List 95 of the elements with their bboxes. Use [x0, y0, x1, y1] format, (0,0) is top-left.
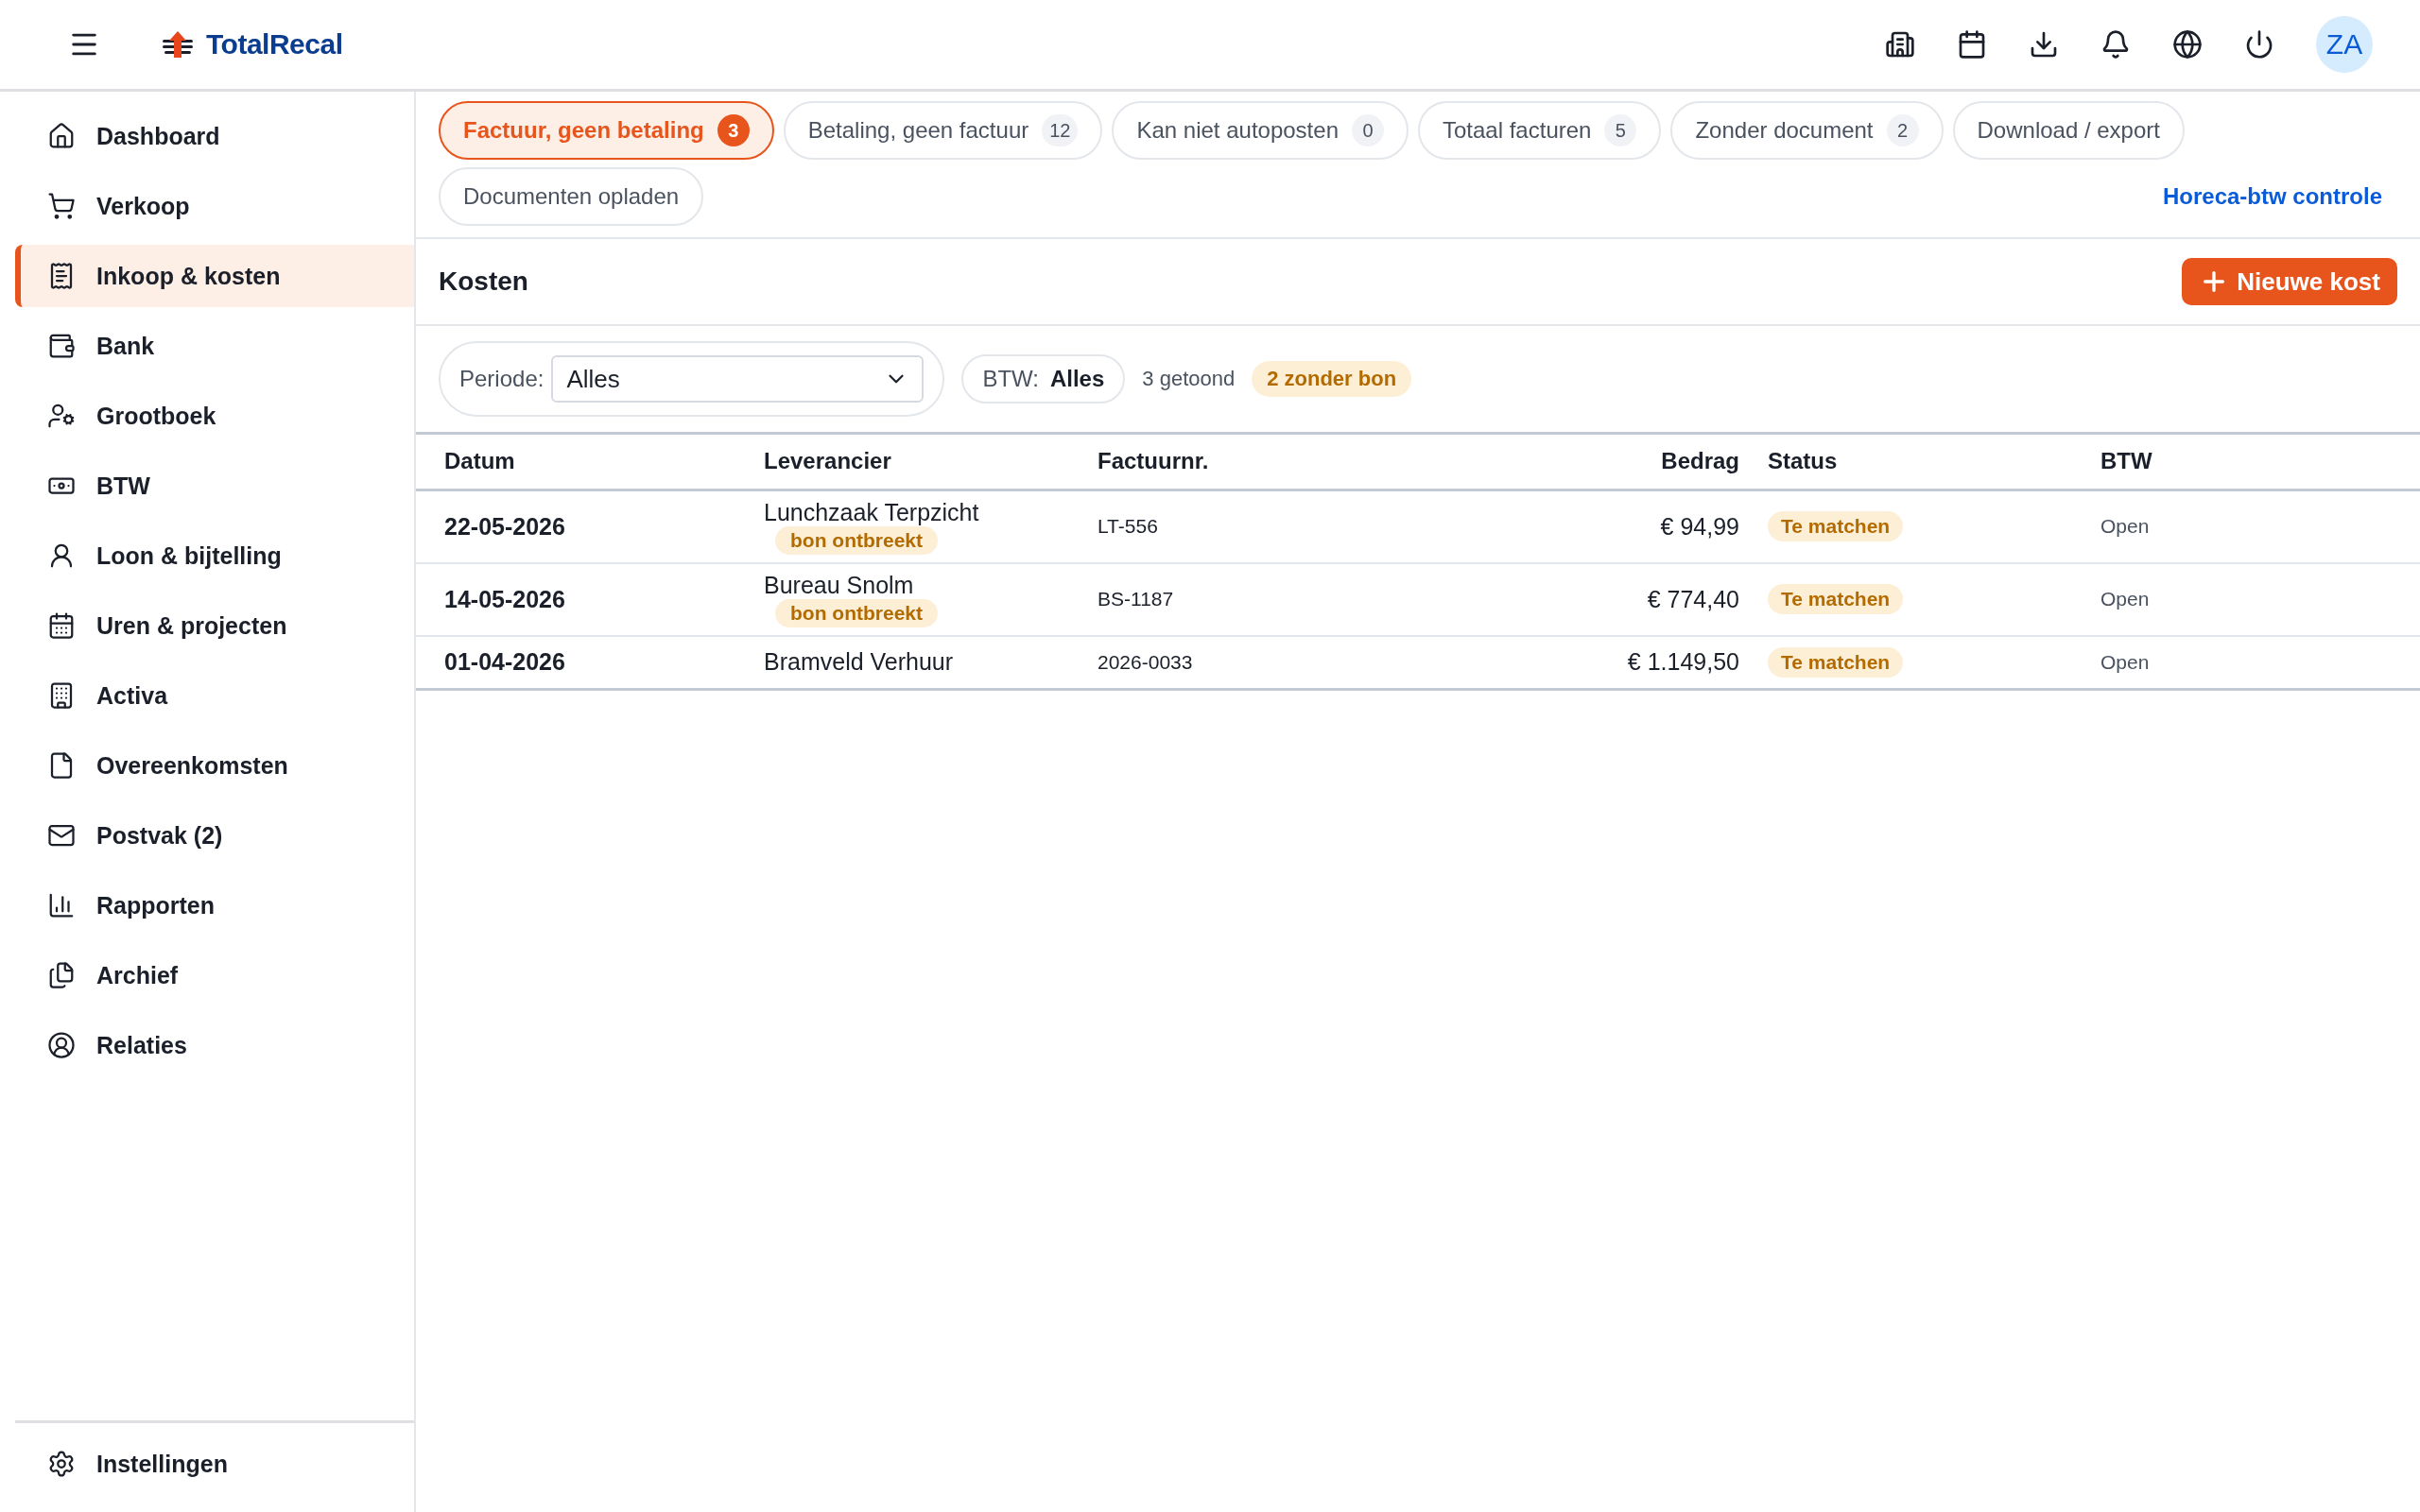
bar-chart-icon	[47, 891, 76, 919]
sidebar-label: Verkoop	[96, 192, 190, 220]
user-avatar[interactable]: ZA	[2316, 16, 2373, 73]
count-badge: 5	[1604, 114, 1637, 146]
filter-tab[interactable]: Documenten opladen	[439, 167, 704, 226]
bell-icon[interactable]	[2100, 29, 2131, 60]
supplier-name: Lunchzaak Terpzicht	[764, 498, 980, 526]
house-icon	[47, 122, 76, 150]
sidebar-item[interactable]: Bank	[15, 315, 414, 377]
sidebar-item[interactable]: Overeenkomsten	[15, 734, 414, 797]
filter-tab[interactable]: Totaal facturen 5	[1418, 101, 1662, 160]
sidebar-label: BTW	[96, 472, 150, 500]
filter-tab[interactable]: Factuur, geen betaling 3	[439, 101, 774, 160]
column-header: Datum	[416, 435, 735, 490]
count-badge: 2	[1886, 114, 1919, 146]
btw-filter[interactable]: BTW: Alles	[961, 354, 1126, 404]
amount-cell: € 774,40	[1647, 585, 1739, 612]
supplier-name: Bramveld Verhuur	[764, 648, 955, 677]
sidebar-label: Relaties	[96, 1031, 187, 1059]
sidebar-label: Loon & bijtelling	[96, 541, 282, 570]
download-icon[interactable]	[2029, 29, 2059, 60]
missing-receipt-tag: bon ontbreekt	[775, 598, 938, 627]
date-cell: 14-05-2026	[444, 585, 565, 612]
btw-status: Open	[2100, 650, 2150, 673]
sidebar-label: Activa	[96, 681, 168, 710]
filter-tab[interactable]: Zonder document 2	[1670, 101, 1944, 160]
status-badge: Te matchen	[1768, 646, 1904, 678]
globe-icon[interactable]	[2172, 29, 2203, 60]
status-badge: Te matchen	[1768, 584, 1904, 614]
sidebar-item[interactable]: Activa	[15, 664, 414, 727]
sidebar-label: Dashboard	[96, 122, 220, 150]
period-label: Periode:	[459, 366, 544, 392]
sidebar-label: Inkoop & kosten	[96, 262, 281, 290]
count-badge: 12	[1042, 114, 1079, 146]
cart-icon	[47, 192, 76, 220]
missing-receipt-badge: 2 zonder bon	[1252, 361, 1412, 397]
status-badge: Te matchen	[1768, 511, 1904, 541]
filter-tab[interactable]: Kan niet autoposten 0	[1112, 101, 1409, 160]
period-select[interactable]: Alles	[551, 355, 925, 403]
count-badge: 0	[1352, 114, 1384, 146]
btw-status: Open	[2100, 515, 2150, 537]
horeca-link[interactable]: Horeca-btw controle	[2162, 183, 2382, 210]
sidebar-item[interactable]: Instellingen	[15, 1433, 414, 1495]
btw-status: Open	[2100, 588, 2150, 610]
power-icon[interactable]	[2244, 29, 2274, 60]
date-cell: 01-04-2026	[444, 648, 565, 676]
amount-cell: € 94,99	[1660, 512, 1739, 540]
date-cell: 22-05-2026	[444, 512, 565, 540]
count-badge: 3	[717, 114, 750, 146]
column-header: Bedrag	[1418, 435, 1768, 490]
filter-tab[interactable]: Download / export	[1952, 101, 2185, 160]
sidebar-label: Rapporten	[96, 891, 215, 919]
settings-icon	[47, 1450, 76, 1478]
sidebar-item[interactable]: Uren & projecten	[15, 594, 414, 657]
new-cost-button[interactable]: Nieuwe kost	[2182, 258, 2397, 305]
sidebar-item[interactable]: Grootboek	[15, 385, 414, 447]
sidebar-item[interactable]: Dashboard	[15, 105, 414, 167]
sidebar-label: Instellingen	[96, 1450, 228, 1478]
files-icon	[47, 961, 76, 989]
column-header: Factuurnr.	[1069, 435, 1418, 490]
btw-value: Alles	[1049, 366, 1105, 392]
section-title: Kosten	[439, 266, 528, 297]
calendar-icon	[47, 611, 76, 640]
wallet-icon	[47, 332, 76, 360]
invoice-number: LT-556	[1098, 515, 1158, 537]
sidebar-label: Grootboek	[96, 402, 216, 430]
sidebar-item[interactable]: Loon & bijtelling	[15, 524, 414, 587]
missing-receipt-tag: bon ontbreekt	[775, 525, 938, 555]
sidebar-item[interactable]: Archief	[15, 944, 414, 1006]
calendar-icon[interactable]	[1957, 29, 1987, 60]
filter-tab[interactable]: Betaling, geen factuur 12	[783, 101, 1103, 160]
user-circle-icon	[47, 1031, 76, 1059]
btw-label: BTW:	[982, 366, 1039, 392]
sidebar-label: Bank	[96, 332, 155, 360]
column-header: Status	[1768, 435, 2072, 490]
shown-count: 3 getoond	[1142, 367, 1236, 391]
sidebar-label: Postvak (2)	[96, 821, 223, 850]
sidebar-item[interactable]: BTW	[15, 455, 414, 517]
column-header: BTW	[2072, 435, 2420, 490]
supplier-name: Bureau Snolm	[764, 571, 915, 599]
invoice-number: BS-1187	[1098, 588, 1174, 610]
sidebar-item[interactable]: Relaties	[15, 1014, 414, 1076]
sidebar-item[interactable]: Verkoop	[15, 175, 414, 237]
invoice-number: 2026-0033	[1098, 650, 1193, 673]
sidebar-item[interactable]: Inkoop & kosten	[15, 245, 414, 307]
brand-name: TotalRecal	[206, 28, 343, 60]
amount-cell: € 1.149,50	[1627, 648, 1739, 676]
logo-icon	[161, 30, 195, 59]
sidebar-item[interactable]: Rapporten	[15, 874, 414, 936]
sidebar-label: Uren & projecten	[96, 611, 287, 640]
column-header: Leverancier	[735, 435, 1069, 490]
sidebar-label: Overeenkomsten	[96, 751, 288, 780]
building-icon[interactable]	[1885, 29, 1915, 60]
sidebar-item[interactable]: Postvak (2)	[15, 804, 414, 867]
sidebar-label: Archief	[96, 961, 179, 989]
